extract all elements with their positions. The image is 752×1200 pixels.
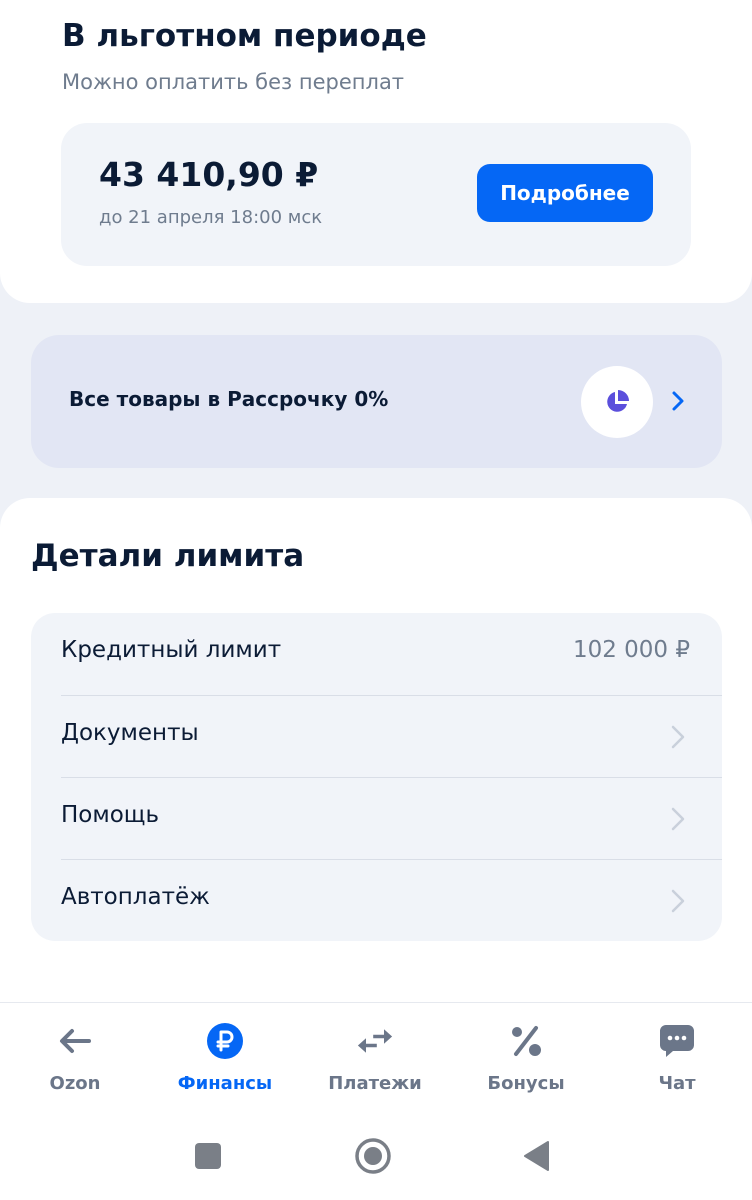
installment-banner[interactable]: Все товары в Рассрочку 0% xyxy=(31,335,722,468)
home-circle-icon xyxy=(355,1138,391,1174)
credit-limit-label: Кредитный лимит xyxy=(61,637,282,663)
grace-period-card: В льготном периоде Можно оплатить без пе… xyxy=(0,0,752,303)
tab-ozon[interactable]: Ozon xyxy=(0,1003,150,1113)
ruble-icon xyxy=(207,1023,243,1059)
chevron-right-icon xyxy=(671,807,685,831)
more-details-button[interactable]: Подробнее xyxy=(477,164,653,222)
transfer-arrows-icon xyxy=(357,1023,393,1059)
arrow-left-icon xyxy=(57,1023,93,1059)
back-button[interactable] xyxy=(516,1136,556,1176)
recent-apps-button[interactable] xyxy=(188,1136,228,1176)
documents-row[interactable]: Документы xyxy=(31,696,722,778)
chat-icon xyxy=(659,1023,695,1059)
limit-details-title: Детали лимита xyxy=(31,538,305,574)
tab-label: Бонусы xyxy=(487,1073,565,1094)
credit-limit-row: Кредитный лимит 102 000 ₽ xyxy=(31,613,722,695)
grace-period-subtitle: Можно оплатить без переплат xyxy=(62,70,405,94)
chevron-right-icon xyxy=(671,889,685,913)
home-button[interactable] xyxy=(353,1136,393,1176)
square-icon xyxy=(195,1143,221,1169)
help-row[interactable]: Помощь xyxy=(31,778,722,860)
amount-card: 43 410,90 ₽ до 21 апреля 18:00 мск Подро… xyxy=(61,123,691,266)
tab-label: Чат xyxy=(658,1073,696,1094)
limit-details-section: Детали лимита Кредитный лимит 102 000 ₽ … xyxy=(0,498,752,1018)
tab-payments[interactable]: Платежи xyxy=(300,1003,450,1113)
system-navigation-bar xyxy=(0,1112,752,1200)
amount-due: 43 410,90 ₽ xyxy=(99,155,319,194)
help-label: Помощь xyxy=(61,802,160,828)
tab-label: Финансы xyxy=(177,1073,273,1094)
tab-label: Ozon xyxy=(49,1073,101,1094)
bottom-tab-bar: Ozon Финансы Платежи Бонусы Чат xyxy=(0,1002,752,1112)
credit-limit-value: 102 000 ₽ xyxy=(572,637,690,663)
pie-chart-icon xyxy=(581,366,653,438)
autopay-label: Автоплатёж xyxy=(61,884,210,910)
due-date: до 21 апреля 18:00 мск xyxy=(99,207,323,228)
grace-period-title: В льготном периоде xyxy=(62,18,427,54)
chevron-right-icon xyxy=(671,725,685,749)
documents-label: Документы xyxy=(61,720,199,746)
back-triangle-icon xyxy=(524,1141,549,1171)
limit-details-list: Кредитный лимит 102 000 ₽ Документы Помо… xyxy=(31,613,722,941)
chevron-right-icon xyxy=(667,387,689,415)
installment-banner-text: Все товары в Рассрочку 0% xyxy=(69,387,389,411)
tab-label: Платежи xyxy=(328,1073,422,1094)
tab-bonuses[interactable]: Бонусы xyxy=(451,1003,601,1113)
percent-icon xyxy=(508,1023,544,1059)
tab-finance[interactable]: Финансы xyxy=(150,1003,300,1113)
tab-chat[interactable]: Чат xyxy=(602,1003,752,1113)
autopay-row[interactable]: Автоплатёж xyxy=(31,860,722,941)
